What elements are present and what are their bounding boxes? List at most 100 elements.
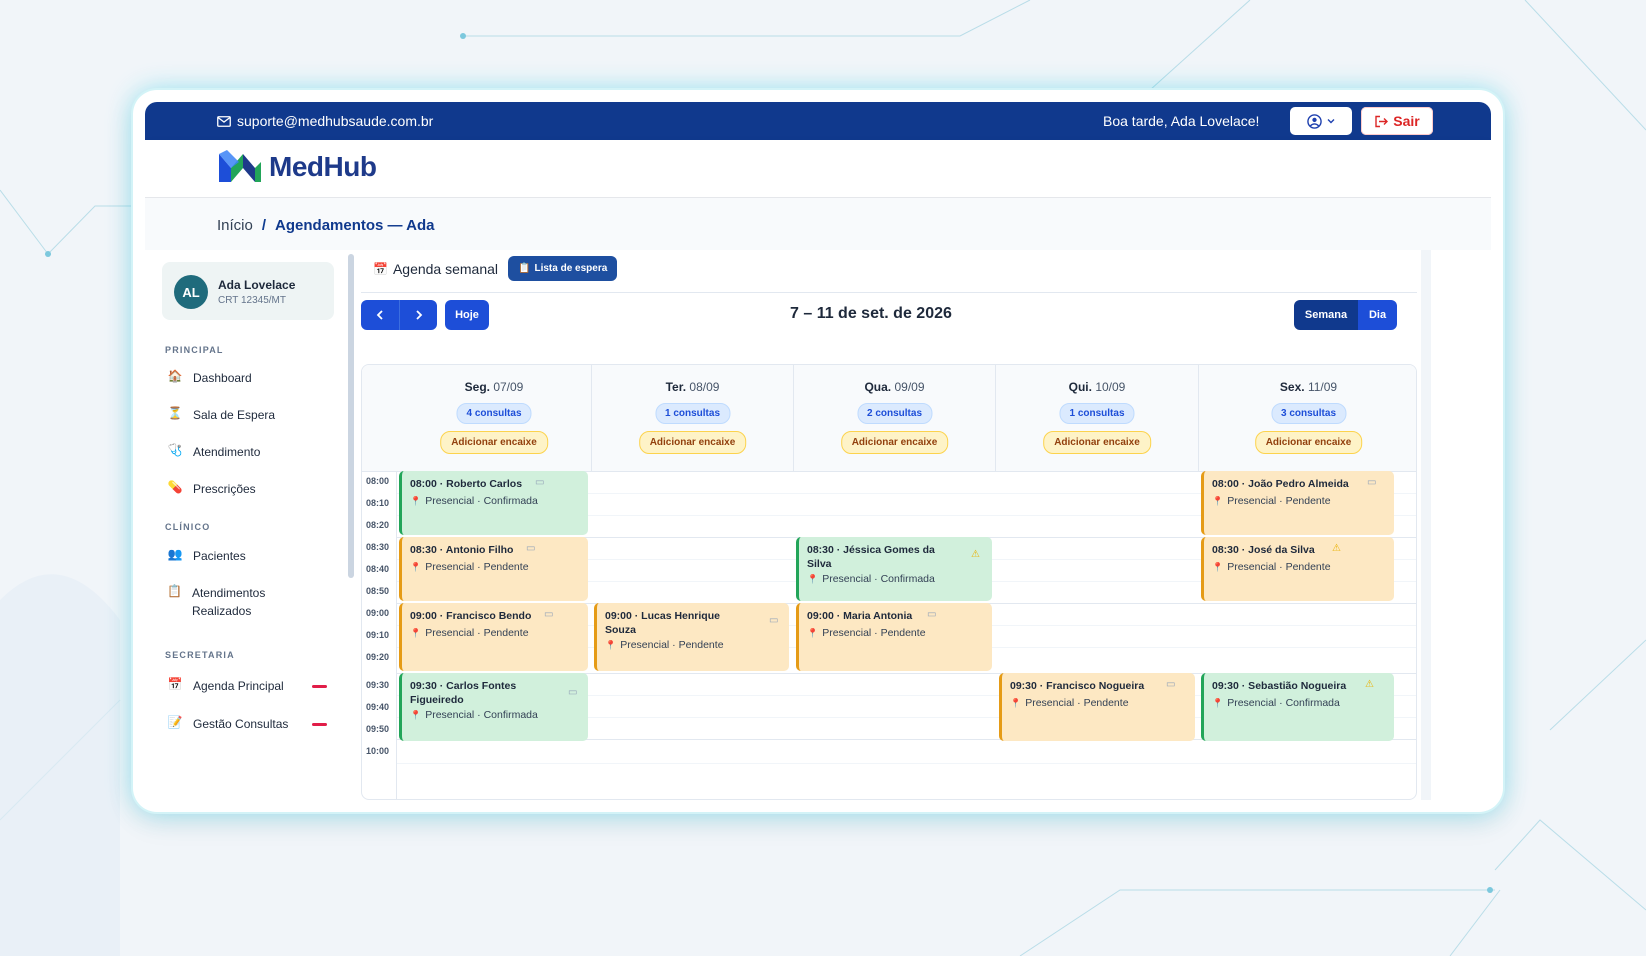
appointment-card[interactable]: 09:00 · Francisco Bendo ▭ 📍 Presencial · … <box>399 603 588 671</box>
appointment-status: 📍 Presencial · Pendente <box>410 627 580 639</box>
day-label: Seg. <box>464 380 490 394</box>
appointment-status: 📍 Presencial · Pendente <box>605 639 781 651</box>
warning-icon: ⚠ <box>971 549 980 560</box>
pin-icon: 📍 <box>807 627 819 638</box>
monitor-icon: ▭ <box>526 543 536 554</box>
appointment-subtitle: Presencial · Pendente <box>822 627 926 639</box>
week-view-button[interactable]: Semana <box>1294 300 1358 330</box>
today-button[interactable]: Hoje <box>445 300 489 330</box>
sidebar-scrollbar[interactable] <box>345 250 357 800</box>
time-label: 09:20 <box>366 652 390 662</box>
appointment-card[interactable]: 08:30 · Jéssica Gomes da Silva ⚠ 📍 Presen… <box>796 537 992 601</box>
time-gutter: 08:00 08:10 08:20 08:30 08:40 08:50 09:0… <box>362 471 397 799</box>
logout-icon <box>1375 115 1389 127</box>
sidebar-item-dashboard[interactable]: 🏠 Dashboard <box>167 369 252 387</box>
pill-icon: 💊 <box>167 480 183 494</box>
appointment-status: 📍 Presencial · Confirmada <box>410 495 580 507</box>
appointment-card[interactable]: 08:30 · José da Silva ⚠ 📍 Presencial · Pe… <box>1201 537 1394 601</box>
prev-week-button[interactable] <box>361 300 399 330</box>
next-week-button[interactable] <box>399 300 437 330</box>
medhub-logo[interactable]: MedHub <box>217 148 377 186</box>
grid-line <box>397 763 1416 764</box>
time-label: 08:50 <box>366 586 390 596</box>
tab-agenda-semanal[interactable]: 📅 Agenda semanal <box>373 261 498 277</box>
appointment-card[interactable]: 08:00 · Roberto Carlos ▭ 📍 Presencial · C… <box>399 471 588 535</box>
appointment-card[interactable]: 09:30 · Carlos Fontes Figueiredo ▭ 📍 Pres… <box>399 673 588 741</box>
main-scrollbar[interactable] <box>1421 250 1431 800</box>
time-label: 10:00 <box>366 746 390 756</box>
day-date: 10/09 <box>1095 380 1126 394</box>
active-indicator <box>312 723 327 726</box>
appointment-card[interactable]: 08:00 · João Pedro Almeida ▭ 📍 Presencial… <box>1201 471 1394 535</box>
appointment-subtitle: Presencial · Pendente <box>425 627 529 639</box>
appointment-card[interactable]: 09:30 · Sebastião Nogueira ⚠ 📍 Presencial… <box>1201 673 1394 741</box>
warning-icon: ⚠ <box>1365 679 1374 690</box>
day-column-header: Seg. 07/09 4 consultas Adicionar encaixe <box>397 365 592 471</box>
monitor-icon: ▭ <box>1166 679 1176 690</box>
pin-icon: 📍 <box>1212 697 1224 708</box>
appointment-status: 📍 Presencial · Pendente <box>410 561 580 573</box>
add-slot-button[interactable]: Adicionar encaixe <box>1254 431 1363 454</box>
day-view-button[interactable]: Dia <box>1358 300 1397 330</box>
logo-bar: MedHub <box>145 140 1491 198</box>
day-date: 09/09 <box>894 380 925 394</box>
tab-lista-de-espera[interactable]: 📋 Lista de espera <box>508 256 618 281</box>
pin-icon: 📍 <box>807 573 819 584</box>
time-label: 09:00 <box>366 608 390 618</box>
day-label: Qui. <box>1068 380 1092 394</box>
stethoscope-icon: 🩺 <box>167 443 183 457</box>
time-label: 08:00 <box>366 476 390 486</box>
sidebar-item-pacientes[interactable]: 👥 Pacientes <box>167 547 246 565</box>
user-menu-button[interactable] <box>1290 107 1352 135</box>
time-label: 08:10 <box>366 498 390 508</box>
pin-icon: 📍 <box>1212 561 1224 572</box>
appointment-card[interactable]: 09:00 · Maria Antonia ▭ 📍 Presencial · Pe… <box>796 603 992 671</box>
section-clinico: CLÍNICO <box>165 522 211 532</box>
appointment-subtitle: Presencial · Pendente <box>620 639 724 651</box>
app-window: suporte@medhubsaude.com.br Boa tarde, Ad… <box>133 90 1503 812</box>
add-slot-button[interactable]: Adicionar encaixe <box>1043 431 1151 454</box>
appointment-subtitle: Presencial · Confirmada <box>425 709 538 721</box>
sidebar-item-gestao-consultas[interactable]: 📝 Gestão Consultas <box>167 715 289 733</box>
hourglass-icon: ⏳ <box>167 406 183 420</box>
sidebar-item-label: Sala de Espera <box>193 408 276 422</box>
day-name: Ter. 08/09 <box>592 380 793 394</box>
add-slot-button[interactable]: Adicionar encaixe <box>638 431 747 454</box>
user-name: Ada Lovelace <box>218 278 296 292</box>
sidebar-item-atendimento[interactable]: 🩺 Atendimento <box>167 443 261 461</box>
logout-button[interactable]: Sair <box>1361 107 1433 135</box>
add-slot-button[interactable]: Adicionar encaixe <box>440 431 548 454</box>
sidebar-item-prescricoes[interactable]: 💊 Prescrições <box>167 480 256 498</box>
day-label: Sex. <box>1279 380 1305 394</box>
add-slot-button[interactable]: Adicionar encaixe <box>840 431 949 454</box>
support-email[interactable]: suporte@medhubsaude.com.br <box>217 113 433 129</box>
day-name: Qui. 10/09 <box>996 380 1198 394</box>
users-icon: 👥 <box>167 547 183 561</box>
appointment-title: 09:00 · Lucas Henrique Souza <box>605 610 720 636</box>
appointment-subtitle: Presencial · Pendente <box>1227 561 1331 573</box>
appointment-subtitle: Presencial · Confirmada <box>425 495 538 507</box>
appointment-subtitle: Presencial · Confirmada <box>822 573 935 585</box>
sidebar-item-label: Agenda Principal <box>193 679 284 693</box>
sidebar-item-label: Atendimento <box>193 445 261 459</box>
home-icon: 🏠 <box>167 369 183 383</box>
appointment-status: 📍 Presencial · Pendente <box>807 627 984 639</box>
appointment-title: 08:30 · Jéssica Gomes da Silva <box>807 544 935 570</box>
pin-icon: 📍 <box>410 627 422 638</box>
appointment-card[interactable]: 09:00 · Lucas Henrique Souza ▭ 📍 Presenci… <box>594 603 789 671</box>
sidebar: AL Ada Lovelace CRT 12345/MT PRINCIPAL 🏠… <box>145 250 345 800</box>
breadcrumb-home[interactable]: Início <box>217 217 253 234</box>
sidebar-item-label: Prescrições <box>193 482 256 496</box>
greeting: Boa tarde, Ada Lovelace! <box>1103 113 1260 129</box>
sidebar-item-atendimentos-realizados[interactable]: 📋 Atendimentos Realizados <box>167 584 277 620</box>
appointment-card[interactable]: 09:30 · Francisco Nogueira ▭ 📍 Presencial… <box>999 673 1195 741</box>
appointment-card[interactable]: 08:30 · Antonio Filho ▭ 📍 Presencial · Pe… <box>399 537 588 601</box>
day-label: Ter. <box>665 380 687 394</box>
time-label: 08:20 <box>366 520 390 530</box>
week-calendar: Seg. 07/09 4 consultas Adicionar encaixe… <box>361 364 1417 800</box>
user-card[interactable]: AL Ada Lovelace CRT 12345/MT <box>162 262 334 320</box>
sidebar-item-agenda-principal[interactable]: 📅 Agenda Principal <box>167 677 284 695</box>
monitor-icon: ▭ <box>535 477 545 488</box>
scrollbar-thumb[interactable] <box>348 254 354 578</box>
sidebar-item-sala-de-espera[interactable]: ⏳ Sala de Espera <box>167 406 276 424</box>
